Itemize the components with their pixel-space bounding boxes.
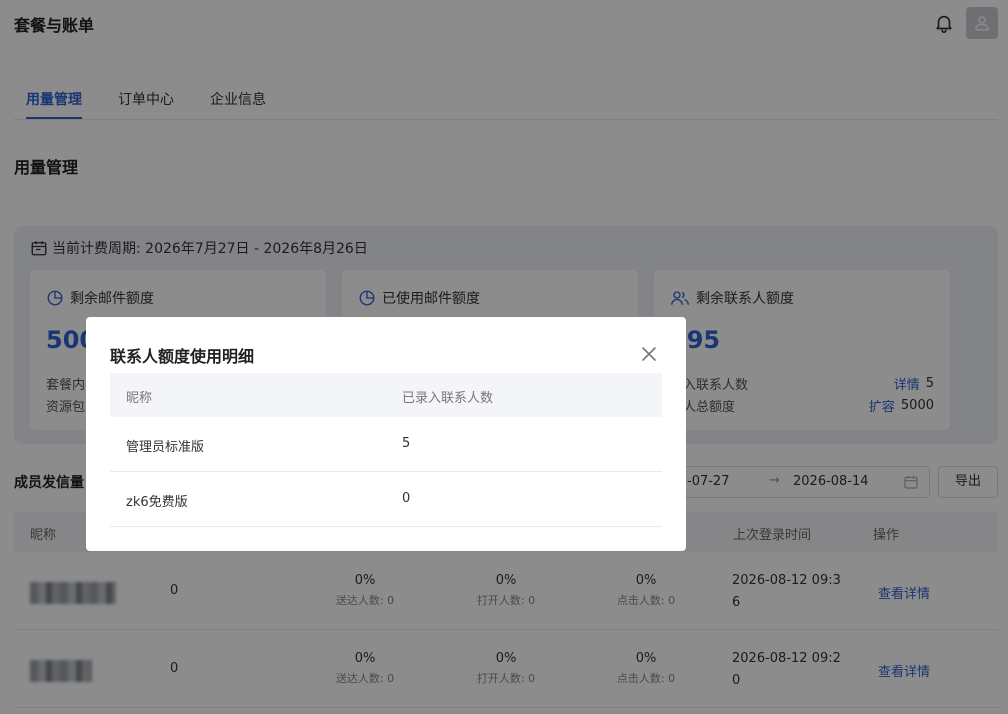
modal-col-nickname: 昵称	[126, 391, 153, 406]
contact-quota-modal: 联系人额度使用明细 昵称 已录入联系人数 管理员标准版 5 zk6免费版 0	[86, 317, 686, 551]
row-name: zk6免费版	[126, 495, 188, 510]
modal-table-header: 昵称 已录入联系人数	[110, 373, 662, 417]
table-row: 管理员标准版 5	[110, 417, 662, 472]
table-row: zk6免费版 0	[110, 472, 662, 527]
modal-col-contact-count: 已录入联系人数	[402, 391, 494, 406]
row-name: 管理员标准版	[126, 440, 205, 455]
row-count: 0	[402, 491, 411, 506]
close-icon[interactable]	[640, 345, 658, 363]
row-count: 5	[402, 436, 411, 451]
modal-title: 联系人额度使用明细	[110, 347, 255, 366]
